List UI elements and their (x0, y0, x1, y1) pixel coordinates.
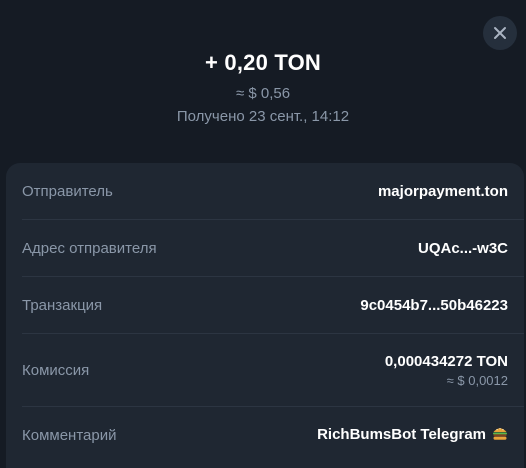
fee-value: 0,000434272 TON (384, 352, 508, 370)
transaction-header: + 0,20 TON ≈ $ 0,56 Получено 23 сент., 1… (0, 48, 526, 127)
sender-address-value: UQAc...-w3C (417, 239, 508, 257)
fee-label: Комиссия (22, 361, 90, 379)
comment-label: Комментарий (22, 426, 117, 444)
transaction-row[interactable]: Транзакция 9c0454b7...50b46223 (6, 277, 524, 333)
sender-label: Отправитель (22, 182, 113, 200)
comment-value-wrap: RichBumsBot Telegram (317, 426, 508, 445)
comment-row: Комментарий RichBumsBot Telegram (6, 407, 524, 463)
details-card: Отправитель majorpayment.ton Адрес отпра… (6, 163, 524, 468)
fee-row: Комиссия 0,000434272 TON ≈ $ 0,0012 (6, 334, 524, 406)
sender-address-label: Адрес отправителя (22, 239, 157, 257)
fee-values: 0,000434272 TON ≈ $ 0,0012 (385, 353, 508, 388)
burger-icon (492, 426, 508, 445)
sender-address-row[interactable]: Адрес отправителя UQAc...-w3C (6, 220, 524, 276)
close-icon (494, 27, 506, 39)
transaction-details-sheet: + 0,20 TON ≈ $ 0,56 Получено 23 сент., 1… (0, 0, 526, 468)
sender-value: majorpayment.ton (377, 182, 508, 200)
close-button[interactable] (483, 16, 517, 50)
fee-fiat: ≈ $ 0,0012 (446, 372, 508, 388)
received-timestamp: Получено 23 сент., 14:12 (176, 108, 350, 125)
transaction-label: Транзакция (22, 296, 103, 314)
sender-row[interactable]: Отправитель majorpayment.ton (6, 163, 524, 219)
fiat-amount: ≈ $ 0,56 (235, 85, 291, 102)
transaction-hash: 9c0454b7...50b46223 (360, 296, 508, 314)
comment-value: RichBumsBot Telegram (317, 425, 486, 443)
amount: + 0,20 TON (205, 50, 321, 75)
